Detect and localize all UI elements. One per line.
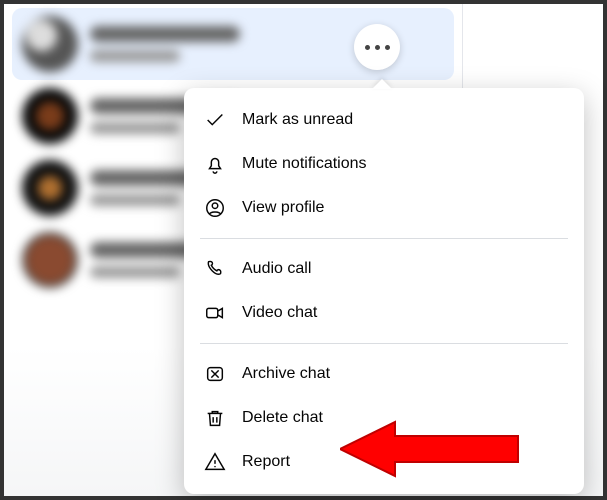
profile-icon	[204, 197, 226, 219]
menu-item-label: Delete chat	[242, 409, 323, 427]
bell-icon	[204, 153, 226, 175]
warning-icon	[204, 451, 226, 473]
ellipsis-icon	[365, 45, 370, 50]
menu-item-label: View profile	[242, 199, 324, 217]
menu-separator	[200, 238, 568, 239]
menu-item-mute[interactable]: Mute notifications	[184, 142, 584, 186]
menu-item-archive[interactable]: Archive chat	[184, 352, 584, 396]
menu-item-audio-call[interactable]: Audio call	[184, 247, 584, 291]
menu-item-label: Audio call	[242, 260, 311, 278]
check-icon	[204, 109, 226, 131]
menu-item-label: Mute notifications	[242, 155, 367, 173]
avatar	[22, 232, 78, 288]
menu-item-label: Video chat	[242, 304, 317, 322]
screenshot-frame: Mark as unread Mute notifications View p…	[0, 0, 607, 500]
menu-item-mark-unread[interactable]: Mark as unread	[184, 98, 584, 142]
menu-item-label: Archive chat	[242, 365, 330, 383]
menu-item-video-chat[interactable]: Video chat	[184, 291, 584, 335]
menu-item-report[interactable]: Report	[184, 440, 584, 484]
menu-item-label: Report	[242, 453, 290, 471]
chat-row-text	[90, 26, 240, 62]
avatar	[22, 160, 78, 216]
avatar	[22, 88, 78, 144]
context-menu: Mark as unread Mute notifications View p…	[184, 88, 584, 494]
menu-item-label: Mark as unread	[242, 111, 353, 129]
avatar	[22, 16, 78, 72]
menu-separator	[200, 343, 568, 344]
trash-icon	[204, 407, 226, 429]
phone-icon	[204, 258, 226, 280]
archive-icon	[204, 363, 226, 385]
menu-item-view-profile[interactable]: View profile	[184, 186, 584, 230]
more-options-button[interactable]	[354, 24, 400, 70]
menu-item-delete[interactable]: Delete chat	[184, 396, 584, 440]
video-icon	[204, 302, 226, 324]
